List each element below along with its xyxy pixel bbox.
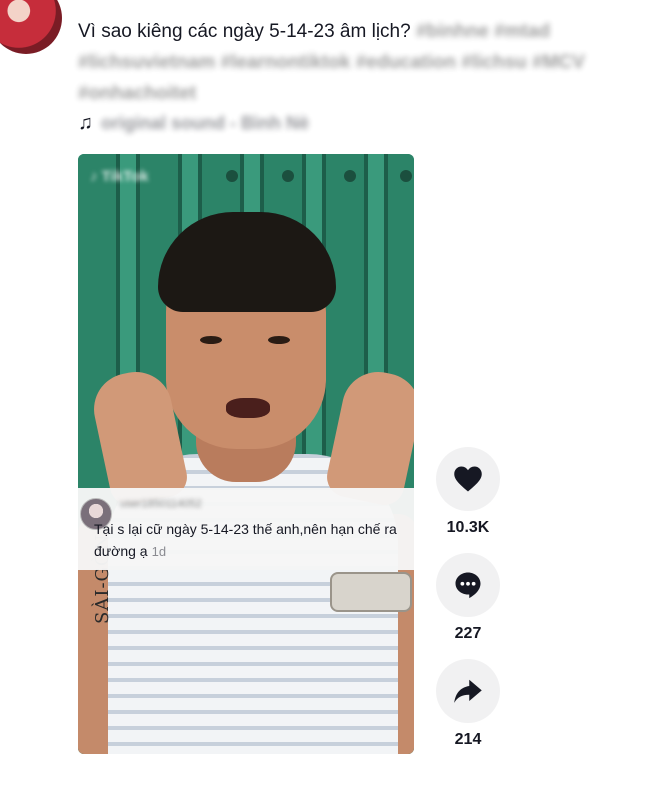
mouth xyxy=(226,398,270,418)
comment-action[interactable]: 227 xyxy=(436,553,500,643)
like-action[interactable]: 10.3K xyxy=(436,447,500,537)
comment-body: Tại s lại cữ ngày 5-14-23 thế anh,nên hạ… xyxy=(94,518,412,563)
heart-icon xyxy=(454,466,482,492)
comment-text: Tại s lại cữ ngày 5-14-23 thế anh,nên hạ… xyxy=(94,521,397,559)
tiktok-watermark: ♪ TikTok xyxy=(90,168,149,185)
door-stud xyxy=(226,170,238,182)
music-note-icon: ♫ xyxy=(78,112,93,134)
video-player[interactable]: ♪ TikTok SÀI-GÒN xyxy=(78,154,414,754)
comment-count: 227 xyxy=(454,625,482,642)
reply-comment-card[interactable]: user1850114052 Tại s lại cữ ngày 5-14-23… xyxy=(78,488,414,570)
comment-button[interactable] xyxy=(436,553,500,617)
commenter-username: user1850114052 xyxy=(120,498,202,510)
share-icon xyxy=(454,679,482,703)
like-button[interactable] xyxy=(436,447,500,511)
video-description: Vì sao kiêng các ngày 5-14-23 âm lịch? #… xyxy=(78,16,643,109)
comment-icon xyxy=(455,572,481,599)
right-eye xyxy=(268,336,290,344)
author-avatar[interactable] xyxy=(0,0,62,54)
sound-label: original sound - Bình Nè xyxy=(101,113,309,133)
hashtags-3[interactable]: #onhachoitet xyxy=(78,83,196,104)
sound-link[interactable]: ♫ original sound - Bình Nè xyxy=(78,112,309,135)
door-stud xyxy=(282,170,294,182)
hashtags-1[interactable]: #binhne #mtad xyxy=(416,21,550,42)
left-eye xyxy=(200,336,222,344)
hashtags-2[interactable]: #lichsuvietnam #learnontiktok #education… xyxy=(78,52,585,73)
caption-text: Vì sao kiêng các ngày 5-14-23 âm lịch? xyxy=(78,21,411,42)
wristwatch xyxy=(330,572,412,612)
door-stud xyxy=(400,170,412,182)
door-stud xyxy=(344,170,356,182)
share-count: 214 xyxy=(454,731,482,748)
share-button[interactable] xyxy=(436,659,500,723)
comment-time: 1d xyxy=(151,544,167,559)
like-count: 10.3K xyxy=(446,519,490,536)
share-action[interactable]: 214 xyxy=(436,659,500,749)
